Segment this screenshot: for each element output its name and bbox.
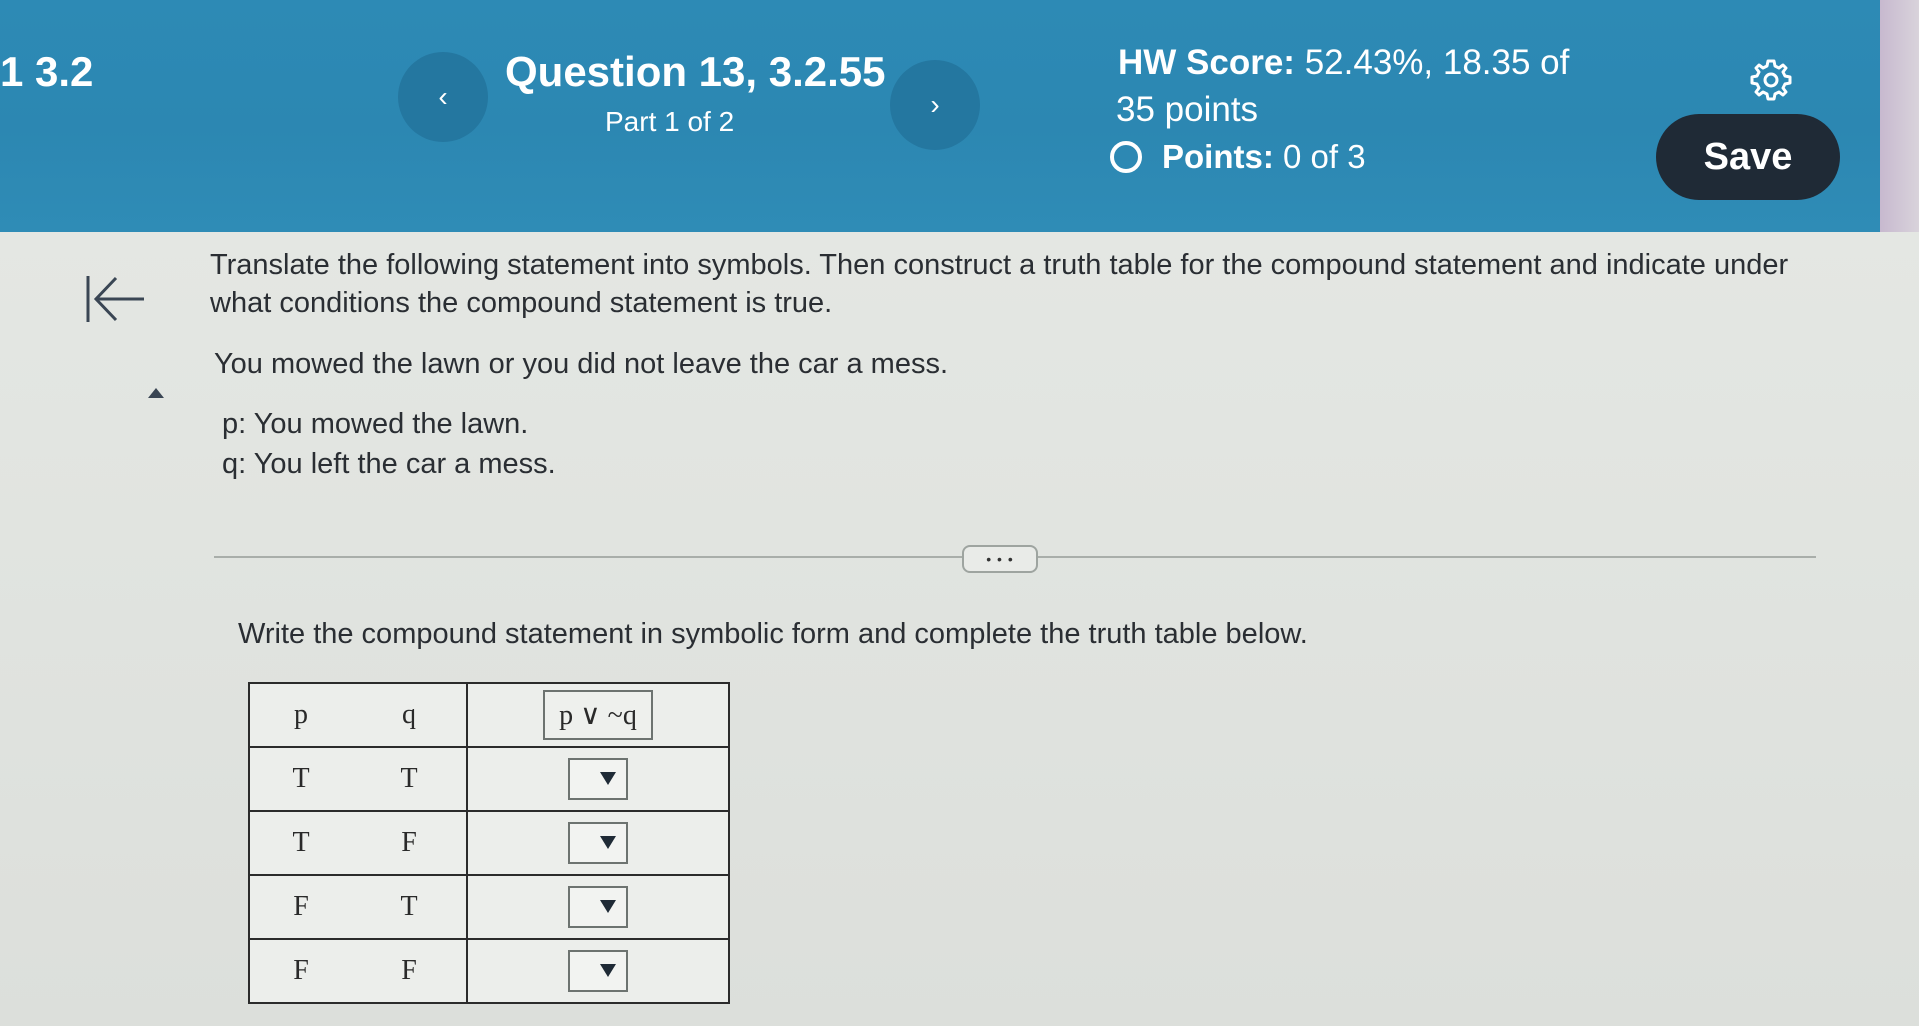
caret-up-icon[interactable] bbox=[148, 388, 164, 398]
question-instructions: Translate the following statement into s… bbox=[210, 249, 1789, 319]
table-row: T T bbox=[248, 746, 730, 812]
gear-icon[interactable] bbox=[1748, 58, 1792, 102]
hw-score-total: 35 points bbox=[1116, 90, 1259, 129]
chevron-left-icon: ‹ bbox=[438, 81, 448, 112]
next-question-button[interactable]: › bbox=[890, 60, 980, 150]
header-expression: p ∨ ~q bbox=[466, 682, 730, 748]
cell-p: F bbox=[248, 874, 352, 940]
header-q: q bbox=[352, 682, 468, 748]
window-edge bbox=[1880, 0, 1919, 232]
cell-p: T bbox=[248, 810, 352, 876]
back-to-start-icon[interactable] bbox=[84, 272, 146, 326]
answer-dropdown[interactable] bbox=[568, 886, 628, 928]
question-title: Question 13, 3.2.55 bbox=[505, 48, 886, 95]
cell-q: F bbox=[352, 810, 468, 876]
expand-more-button[interactable]: • • • bbox=[962, 545, 1038, 573]
hw-score-value: 52.43%, 18.35 of bbox=[1304, 43, 1570, 82]
answer-dropdown[interactable] bbox=[568, 822, 628, 864]
answer-prompt: Write the compound statement in symbolic… bbox=[238, 618, 1308, 650]
question-header: 1 3.2 ‹ Question 13, 3.2.55 Part 1 of 2 … bbox=[0, 0, 1880, 232]
points-status: Points: 0 of 3 bbox=[1110, 138, 1366, 176]
truth-table: p q p ∨ ~q T T T F F T F F bbox=[248, 682, 730, 1004]
variable-p-definition: p: You mowed the lawn. bbox=[222, 408, 529, 440]
variable-q-definition: q: You left the car a mess. bbox=[222, 448, 556, 480]
symbolic-expression-box[interactable]: p ∨ ~q bbox=[543, 690, 653, 740]
table-row: T F bbox=[248, 810, 730, 876]
previous-question-button[interactable]: ‹ bbox=[398, 52, 488, 142]
answer-dropdown[interactable] bbox=[568, 758, 628, 800]
section-number: 1 3.2 bbox=[0, 48, 94, 95]
truth-table-header-row: p q p ∨ ~q bbox=[248, 682, 730, 748]
save-button[interactable]: Save bbox=[1656, 114, 1840, 200]
points-value: 0 of 3 bbox=[1283, 138, 1366, 175]
compound-statement: You mowed the lawn or you did not leave … bbox=[214, 348, 949, 380]
dropdown-arrow-icon bbox=[600, 900, 616, 913]
points-label: Points: bbox=[1162, 138, 1274, 175]
question-part: Part 1 of 2 bbox=[605, 106, 735, 137]
table-row: F T bbox=[248, 874, 730, 940]
hw-score-label: HW Score: bbox=[1118, 43, 1295, 82]
cell-q: T bbox=[352, 746, 468, 812]
dropdown-arrow-icon bbox=[600, 772, 616, 785]
cell-q: F bbox=[352, 938, 468, 1004]
cell-answer bbox=[466, 938, 730, 1004]
cell-answer bbox=[466, 746, 730, 812]
hw-score: HW Score: 52.43%, 18.35 of bbox=[1118, 42, 1569, 84]
cell-p: F bbox=[248, 938, 352, 1004]
cell-answer bbox=[466, 810, 730, 876]
header-p: p bbox=[248, 682, 352, 748]
chevron-right-icon: › bbox=[930, 89, 940, 120]
cell-p: T bbox=[248, 746, 352, 812]
cell-answer bbox=[466, 874, 730, 940]
dropdown-arrow-icon bbox=[600, 964, 616, 977]
circle-status-icon bbox=[1110, 141, 1142, 173]
dropdown-arrow-icon bbox=[600, 836, 616, 849]
cell-q: T bbox=[352, 874, 468, 940]
answer-dropdown[interactable] bbox=[568, 950, 628, 992]
table-row: F F bbox=[248, 938, 730, 1004]
